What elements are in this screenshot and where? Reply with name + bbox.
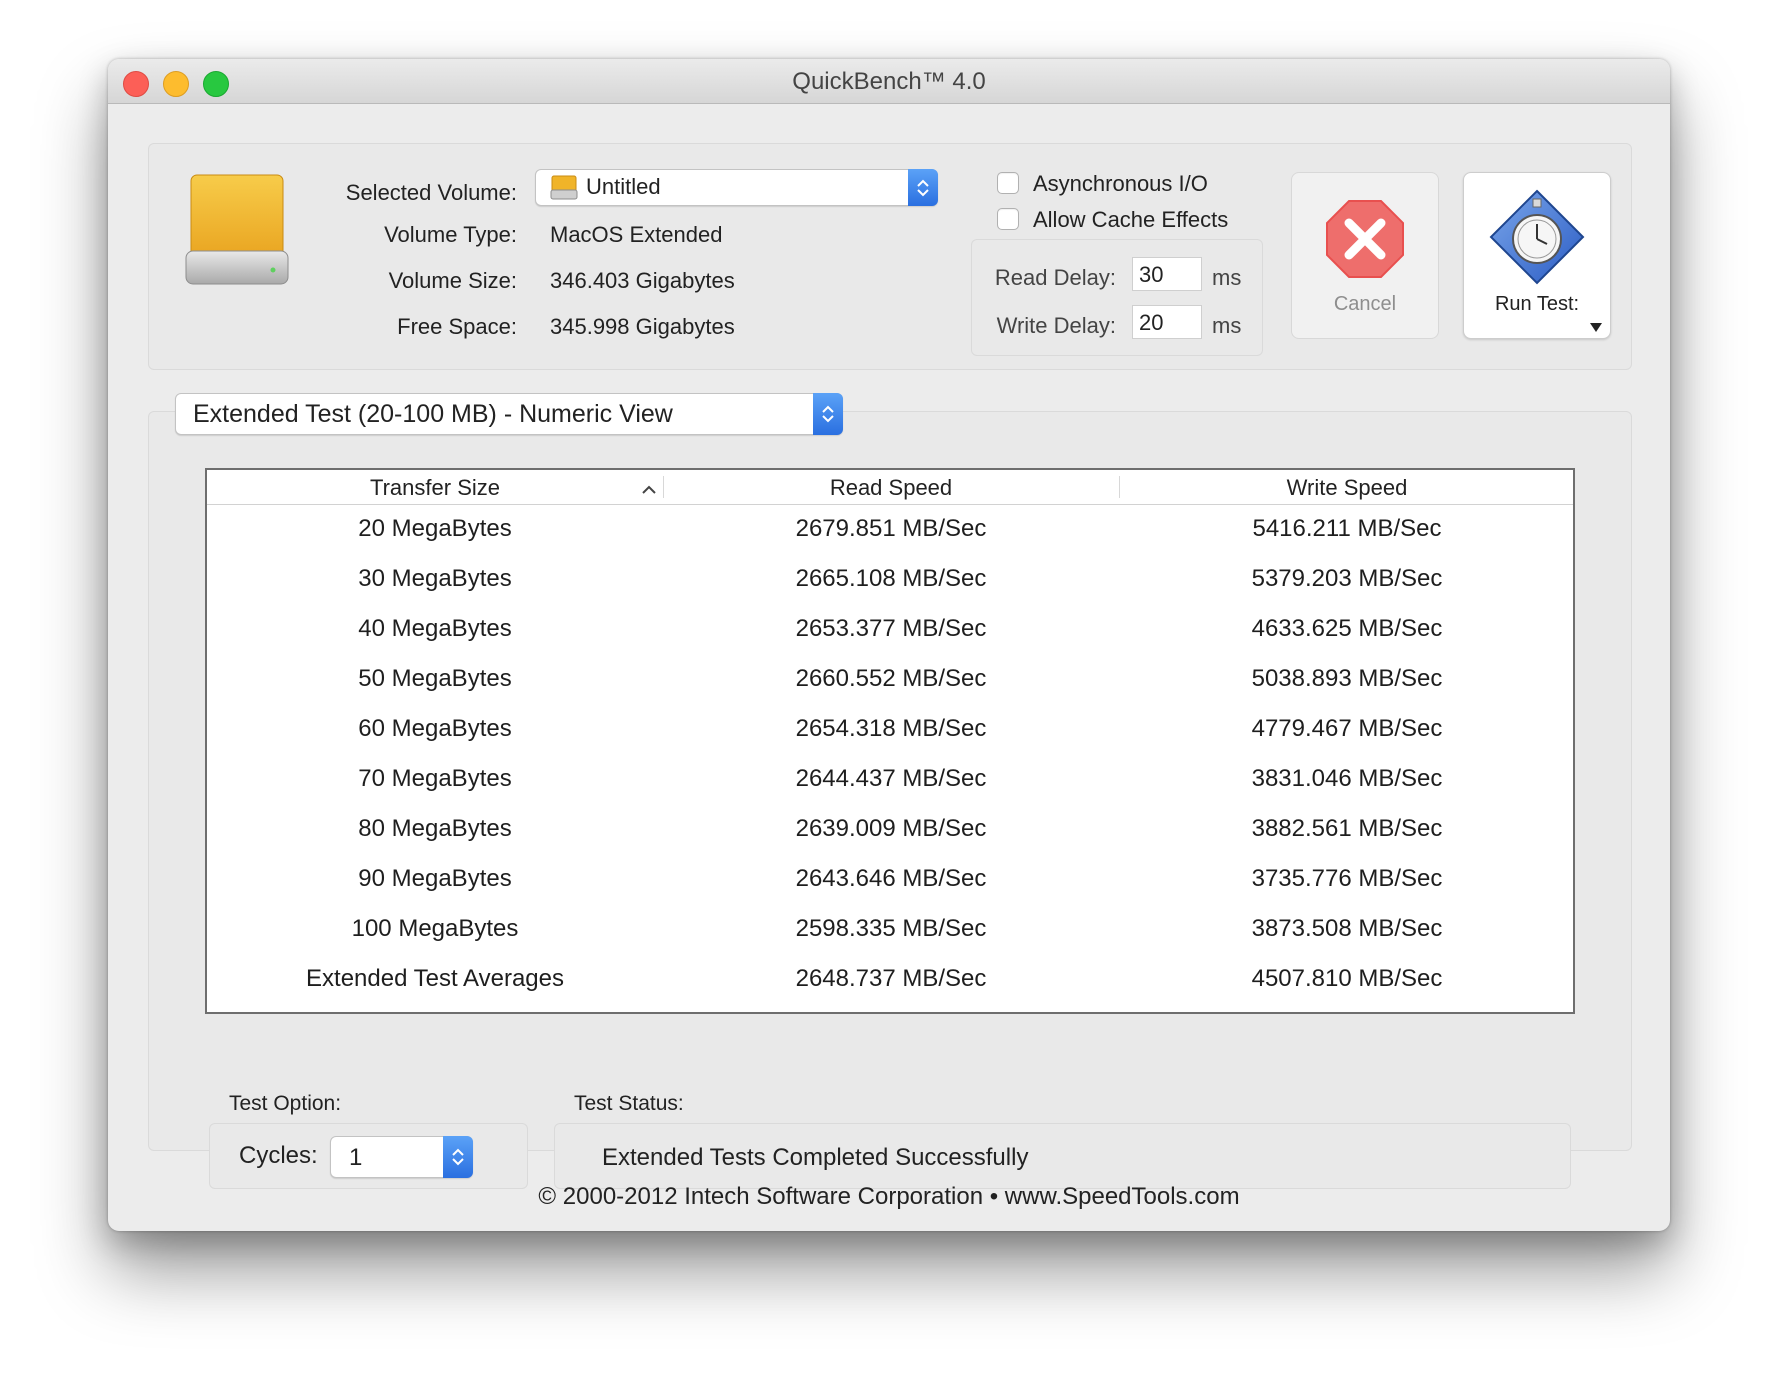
write-speed-cell: 4779.467 MB/Sec — [1251, 715, 1443, 742]
table-row[interactable]: 50 MegaBytes 2660.552 MB/Sec 5038.893 MB… — [207, 655, 1573, 705]
table-row[interactable]: 20 MegaBytes 2679.851 MB/Sec 5416.211 MB… — [207, 505, 1573, 555]
write-speed-cell: 4507.810 MB/Sec — [1251, 965, 1443, 992]
table-row[interactable]: 90 MegaBytes 2643.646 MB/Sec 3735.776 MB… — [207, 855, 1573, 905]
read-speed-cell: 2660.552 MB/Sec — [795, 665, 987, 692]
read-delay-label: Read Delay: — [994, 265, 1116, 290]
read-speed-cell: 2643.646 MB/Sec — [795, 865, 987, 892]
cycles-stepper-icon[interactable] — [443, 1136, 473, 1178]
view-selector-popup[interactable]: Extended Test (20-100 MB) - Numeric View — [175, 393, 843, 435]
table-header: Transfer Size Read Speed Write Speed — [207, 470, 1573, 505]
transfer-size-cell: Extended Test Averages — [306, 965, 564, 992]
read-delay-unit: ms — [1212, 265, 1242, 290]
read-speed-cell: 2654.318 MB/Sec — [795, 715, 987, 742]
table-row[interactable]: 100 MegaBytes 2598.335 MB/Sec 3873.508 M… — [207, 905, 1573, 955]
free-space-label: Free Space: — [397, 314, 517, 339]
volume-type-label: Volume Type: — [384, 222, 517, 247]
volume-size-value: 346.403 Gigabytes — [550, 268, 735, 293]
read-speed-cell: 2644.437 MB/Sec — [795, 765, 987, 792]
drive-icon — [182, 172, 292, 292]
column-header-write-speed[interactable]: Write Speed — [1119, 475, 1575, 501]
write-speed-cell: 3873.508 MB/Sec — [1251, 915, 1443, 942]
transfer-size-cell: 50 MegaBytes — [358, 665, 512, 692]
async-io-checkbox[interactable] — [997, 172, 1019, 194]
transfer-size-cell: 60 MegaBytes — [358, 715, 512, 742]
table-row[interactable]: 60 MegaBytes 2654.318 MB/Sec 4779.467 MB… — [207, 705, 1573, 755]
write-speed-cell: 3882.561 MB/Sec — [1251, 815, 1443, 842]
table-row[interactable]: 70 MegaBytes 2644.437 MB/Sec 3831.046 MB… — [207, 755, 1573, 805]
test-option-label: Test Option: — [229, 1092, 342, 1115]
read-delay-field[interactable]: 30 — [1132, 257, 1202, 291]
transfer-size-cell: 30 MegaBytes — [358, 565, 512, 592]
test-status-label: Test Status: — [574, 1092, 684, 1115]
dropdown-arrow-icon[interactable] — [1590, 319, 1602, 337]
cancel-x-icon — [1325, 199, 1405, 284]
transfer-size-cell: 40 MegaBytes — [358, 615, 512, 642]
volume-drive-icon — [550, 175, 578, 206]
transfer-size-cell: 20 MegaBytes — [358, 515, 512, 542]
transfer-size-cell: 80 MegaBytes — [358, 815, 512, 842]
cancel-button-label: Cancel — [1333, 293, 1397, 315]
quickbench-window: QuickBench™ 4.0 Selected Volume: Untitle… — [108, 59, 1670, 1231]
selected-volume-label: Selected Volume: — [345, 180, 517, 205]
write-speed-cell: 5379.203 MB/Sec — [1251, 565, 1443, 592]
read-speed-cell: 2639.009 MB/Sec — [795, 815, 987, 842]
transfer-size-cell: 90 MegaBytes — [358, 865, 512, 892]
cycles-label: Cycles: — [239, 1142, 318, 1169]
write-delay-unit: ms — [1212, 313, 1242, 338]
table-row[interactable]: 40 MegaBytes 2653.377 MB/Sec 4633.625 MB… — [207, 605, 1573, 655]
free-space-value: 345.998 Gigabytes — [550, 314, 735, 339]
column-header-read-speed[interactable]: Read Speed — [663, 475, 1119, 501]
title-bar: QuickBench™ 4.0 — [108, 59, 1670, 104]
view-stepper-icon[interactable] — [813, 393, 843, 435]
run-test-label: Run Test: — [1494, 293, 1580, 315]
write-speed-cell: 5416.211 MB/Sec — [1252, 515, 1442, 542]
write-speed-cell: 3735.776 MB/Sec — [1251, 865, 1443, 892]
table-row[interactable]: 30 MegaBytes 2665.108 MB/Sec 5379.203 MB… — [207, 555, 1573, 605]
cache-effects-checkbox[interactable] — [997, 208, 1019, 230]
table-row[interactable]: 80 MegaBytes 2639.009 MB/Sec 3882.561 MB… — [207, 805, 1573, 855]
write-delay-field[interactable]: 20 — [1132, 305, 1202, 339]
table-row-averages[interactable]: Extended Test Averages 2648.737 MB/Sec 4… — [207, 955, 1573, 1005]
transfer-size-cell: 70 MegaBytes — [358, 765, 512, 792]
stopwatch-icon — [1489, 189, 1585, 290]
transfer-size-cell: 100 MegaBytes — [351, 915, 519, 942]
copyright-footer: © 2000-2012 Intech Software Corporation … — [538, 1183, 1240, 1210]
async-io-label: Asynchronous I/O — [1033, 171, 1208, 196]
cache-effects-label: Allow Cache Effects — [1033, 207, 1229, 232]
write-speed-cell: 3831.046 MB/Sec — [1251, 765, 1443, 792]
window-title: QuickBench™ 4.0 — [792, 68, 986, 95]
view-selector-value: Extended Test (20-100 MB) - Numeric View — [193, 400, 673, 428]
column-header-transfer-size[interactable]: Transfer Size — [207, 475, 663, 501]
sort-ascending-icon[interactable] — [641, 482, 657, 500]
read-speed-cell: 2648.737 MB/Sec — [795, 965, 987, 992]
write-speed-cell: 5038.893 MB/Sec — [1251, 665, 1443, 692]
run-test-button[interactable]: Run Test: — [1463, 172, 1611, 339]
cycles-popup[interactable]: 1 — [330, 1136, 473, 1178]
volume-size-label: Volume Size: — [388, 268, 517, 293]
read-speed-cell: 2665.108 MB/Sec — [795, 565, 987, 592]
popup-stepper-icon[interactable] — [908, 169, 938, 206]
cycles-value: 1 — [349, 1144, 363, 1171]
cancel-button[interactable]: Cancel — [1291, 172, 1439, 339]
volume-popup-value: Untitled — [586, 174, 661, 199]
write-delay-label: Write Delay: — [996, 313, 1116, 338]
volume-type-value: MacOS Extended — [550, 222, 723, 247]
write-speed-cell: 4633.625 MB/Sec — [1251, 615, 1443, 642]
read-speed-cell: 2598.335 MB/Sec — [795, 915, 987, 942]
read-speed-cell: 2653.377 MB/Sec — [795, 615, 987, 642]
results-table: Transfer Size Read Speed Write Speed 20 … — [205, 468, 1575, 1014]
read-speed-cell: 2679.851 MB/Sec — [795, 515, 987, 542]
test-status-value: Extended Tests Completed Successfully — [602, 1144, 1029, 1171]
volume-popup[interactable]: Untitled — [535, 169, 938, 206]
